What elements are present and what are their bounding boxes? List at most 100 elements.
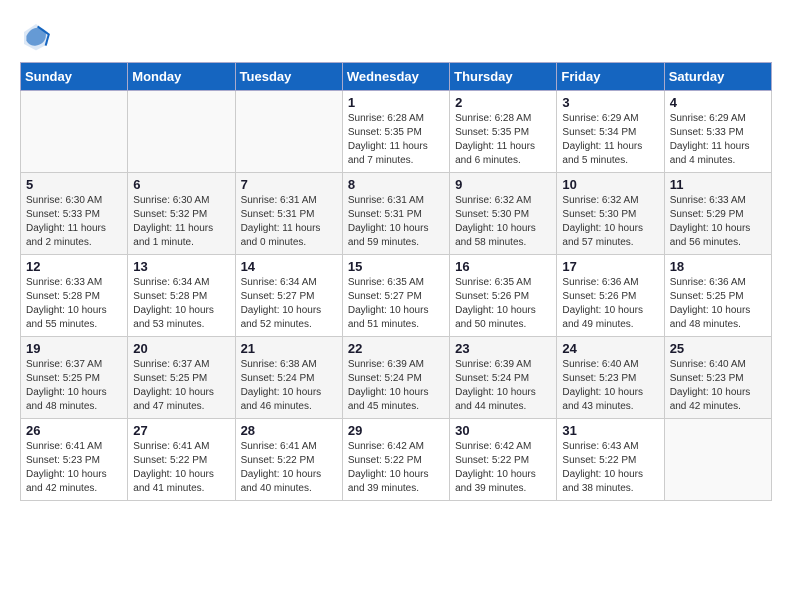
day-detail: Sunrise: 6:36 AM Sunset: 5:26 PM Dayligh… bbox=[562, 276, 658, 332]
day-detail: Sunrise: 6:32 AM Sunset: 5:30 PM Dayligh… bbox=[562, 194, 658, 250]
day-number: 16 bbox=[455, 259, 551, 274]
calendar-table: SundayMondayTuesdayWednesdayThursdayFrid… bbox=[20, 62, 772, 501]
day-number: 17 bbox=[562, 259, 658, 274]
calendar-cell bbox=[21, 91, 128, 173]
calendar-cell: 4 Sunrise: 6:29 AM Sunset: 5:33 PM Daylig… bbox=[664, 91, 771, 173]
day-detail: Sunrise: 6:40 AM Sunset: 5:23 PM Dayligh… bbox=[562, 358, 658, 414]
day-detail: Sunrise: 6:34 AM Sunset: 5:27 PM Dayligh… bbox=[241, 276, 337, 332]
day-detail: Sunrise: 6:31 AM Sunset: 5:31 PM Dayligh… bbox=[241, 194, 337, 250]
day-detail: Sunrise: 6:28 AM Sunset: 5:35 PM Dayligh… bbox=[348, 112, 444, 168]
day-number: 6 bbox=[133, 177, 229, 192]
calendar-cell: 22Sunrise: 6:39 AM Sunset: 5:24 PM Dayli… bbox=[342, 337, 449, 419]
calendar-cell: 20 Sunrise: 6:37 AM Sunset: 5:25 PM Dayli… bbox=[128, 337, 235, 419]
day-detail: Sunrise: 6:35 AM Sunset: 5:26 PM Dayligh… bbox=[455, 276, 551, 332]
calendar-week-row: 1 Sunrise: 6:28 AM Sunset: 5:35 PM Daylig… bbox=[21, 91, 772, 173]
day-detail: Sunrise: 6:32 AM Sunset: 5:30 PM Dayligh… bbox=[455, 194, 551, 250]
day-detail: Sunrise: 6:38 AM Sunset: 5:24 PM Dayligh… bbox=[241, 358, 337, 414]
day-number: 18 bbox=[670, 259, 766, 274]
day-number: 29 bbox=[348, 423, 444, 438]
day-number: 1 bbox=[348, 95, 444, 110]
logo bbox=[20, 20, 56, 52]
day-header-friday: Friday bbox=[557, 63, 664, 91]
day-detail: Sunrise: 6:33 AM Sunset: 5:29 PM Dayligh… bbox=[670, 194, 766, 250]
calendar-cell: 21 Sunrise: 6:38 AM Sunset: 5:24 PM Dayli… bbox=[235, 337, 342, 419]
day-number: 31 bbox=[562, 423, 658, 438]
calendar-cell: 15 Sunrise: 6:35 AM Sunset: 5:27 PM Dayli… bbox=[342, 255, 449, 337]
calendar-cell: 16 Sunrise: 6:35 AM Sunset: 5:26 PM Dayli… bbox=[450, 255, 557, 337]
day-detail: Sunrise: 6:40 AM Sunset: 5:23 PM Dayligh… bbox=[670, 358, 766, 414]
calendar-cell: 28 Sunrise: 6:41 AM Sunset: 5:22 PM Dayli… bbox=[235, 419, 342, 501]
day-number: 11 bbox=[670, 177, 766, 192]
calendar-cell: 9Sunrise: 6:32 AM Sunset: 5:30 PM Daylig… bbox=[450, 173, 557, 255]
day-header-monday: Monday bbox=[128, 63, 235, 91]
calendar-week-row: 26 Sunrise: 6:41 AM Sunset: 5:23 PM Dayli… bbox=[21, 419, 772, 501]
day-number: 15 bbox=[348, 259, 444, 274]
day-header-sunday: Sunday bbox=[21, 63, 128, 91]
day-detail: Sunrise: 6:42 AM Sunset: 5:22 PM Dayligh… bbox=[455, 440, 551, 496]
day-header-tuesday: Tuesday bbox=[235, 63, 342, 91]
day-detail: Sunrise: 6:41 AM Sunset: 5:22 PM Dayligh… bbox=[241, 440, 337, 496]
day-detail: Sunrise: 6:35 AM Sunset: 5:27 PM Dayligh… bbox=[348, 276, 444, 332]
day-detail: Sunrise: 6:29 AM Sunset: 5:33 PM Dayligh… bbox=[670, 112, 766, 168]
calendar-cell: 13Sunrise: 6:34 AM Sunset: 5:28 PM Dayli… bbox=[128, 255, 235, 337]
logo-icon bbox=[20, 20, 52, 52]
calendar-cell: 3 Sunrise: 6:29 AM Sunset: 5:34 PM Daylig… bbox=[557, 91, 664, 173]
day-number: 4 bbox=[670, 95, 766, 110]
calendar-cell: 23 Sunrise: 6:39 AM Sunset: 5:24 PM Dayli… bbox=[450, 337, 557, 419]
calendar-week-row: 19 Sunrise: 6:37 AM Sunset: 5:25 PM Dayli… bbox=[21, 337, 772, 419]
calendar-cell: 24Sunrise: 6:40 AM Sunset: 5:23 PM Dayli… bbox=[557, 337, 664, 419]
day-detail: Sunrise: 6:29 AM Sunset: 5:34 PM Dayligh… bbox=[562, 112, 658, 168]
calendar-week-row: 12 Sunrise: 6:33 AM Sunset: 5:28 PM Dayli… bbox=[21, 255, 772, 337]
calendar-cell: 25 Sunrise: 6:40 AM Sunset: 5:23 PM Dayli… bbox=[664, 337, 771, 419]
day-detail: Sunrise: 6:28 AM Sunset: 5:35 PM Dayligh… bbox=[455, 112, 551, 168]
day-number: 7 bbox=[241, 177, 337, 192]
day-detail: Sunrise: 6:33 AM Sunset: 5:28 PM Dayligh… bbox=[26, 276, 122, 332]
day-number: 10 bbox=[562, 177, 658, 192]
day-number: 30 bbox=[455, 423, 551, 438]
day-number: 20 bbox=[133, 341, 229, 356]
day-detail: Sunrise: 6:41 AM Sunset: 5:22 PM Dayligh… bbox=[133, 440, 229, 496]
calendar-cell: 7 Sunrise: 6:31 AM Sunset: 5:31 PM Daylig… bbox=[235, 173, 342, 255]
day-detail: Sunrise: 6:42 AM Sunset: 5:22 PM Dayligh… bbox=[348, 440, 444, 496]
calendar-cell bbox=[235, 91, 342, 173]
calendar-cell: 12 Sunrise: 6:33 AM Sunset: 5:28 PM Dayli… bbox=[21, 255, 128, 337]
calendar-cell: 11 Sunrise: 6:33 AM Sunset: 5:29 PM Dayli… bbox=[664, 173, 771, 255]
day-detail: Sunrise: 6:41 AM Sunset: 5:23 PM Dayligh… bbox=[26, 440, 122, 496]
calendar-cell: 10 Sunrise: 6:32 AM Sunset: 5:30 PM Dayli… bbox=[557, 173, 664, 255]
day-detail: Sunrise: 6:30 AM Sunset: 5:32 PM Dayligh… bbox=[133, 194, 229, 250]
calendar-cell: 5 Sunrise: 6:30 AM Sunset: 5:33 PM Daylig… bbox=[21, 173, 128, 255]
calendar-cell: 8Sunrise: 6:31 AM Sunset: 5:31 PM Daylig… bbox=[342, 173, 449, 255]
day-number: 5 bbox=[26, 177, 122, 192]
day-detail: Sunrise: 6:36 AM Sunset: 5:25 PM Dayligh… bbox=[670, 276, 766, 332]
day-detail: Sunrise: 6:43 AM Sunset: 5:22 PM Dayligh… bbox=[562, 440, 658, 496]
day-detail: Sunrise: 6:39 AM Sunset: 5:24 PM Dayligh… bbox=[455, 358, 551, 414]
day-number: 14 bbox=[241, 259, 337, 274]
calendar-cell bbox=[664, 419, 771, 501]
day-number: 28 bbox=[241, 423, 337, 438]
day-number: 8 bbox=[348, 177, 444, 192]
day-number: 2 bbox=[455, 95, 551, 110]
day-detail: Sunrise: 6:30 AM Sunset: 5:33 PM Dayligh… bbox=[26, 194, 122, 250]
calendar-cell: 6 Sunrise: 6:30 AM Sunset: 5:32 PM Daylig… bbox=[128, 173, 235, 255]
day-number: 3 bbox=[562, 95, 658, 110]
calendar-cell: 17 Sunrise: 6:36 AM Sunset: 5:26 PM Dayli… bbox=[557, 255, 664, 337]
day-number: 22 bbox=[348, 341, 444, 356]
day-number: 19 bbox=[26, 341, 122, 356]
calendar-cell: 1 Sunrise: 6:28 AM Sunset: 5:35 PM Daylig… bbox=[342, 91, 449, 173]
day-header-thursday: Thursday bbox=[450, 63, 557, 91]
day-number: 26 bbox=[26, 423, 122, 438]
calendar-cell: 2 Sunrise: 6:28 AM Sunset: 5:35 PM Daylig… bbox=[450, 91, 557, 173]
day-number: 21 bbox=[241, 341, 337, 356]
day-detail: Sunrise: 6:37 AM Sunset: 5:25 PM Dayligh… bbox=[133, 358, 229, 414]
day-number: 25 bbox=[670, 341, 766, 356]
day-detail: Sunrise: 6:37 AM Sunset: 5:25 PM Dayligh… bbox=[26, 358, 122, 414]
calendar-cell: 27Sunrise: 6:41 AM Sunset: 5:22 PM Dayli… bbox=[128, 419, 235, 501]
day-number: 23 bbox=[455, 341, 551, 356]
calendar-cell: 18 Sunrise: 6:36 AM Sunset: 5:25 PM Dayli… bbox=[664, 255, 771, 337]
calendar-cell: 14 Sunrise: 6:34 AM Sunset: 5:27 PM Dayli… bbox=[235, 255, 342, 337]
calendar-week-row: 5 Sunrise: 6:30 AM Sunset: 5:33 PM Daylig… bbox=[21, 173, 772, 255]
header bbox=[20, 20, 772, 52]
day-number: 12 bbox=[26, 259, 122, 274]
calendar-cell: 26 Sunrise: 6:41 AM Sunset: 5:23 PM Dayli… bbox=[21, 419, 128, 501]
day-header-wednesday: Wednesday bbox=[342, 63, 449, 91]
